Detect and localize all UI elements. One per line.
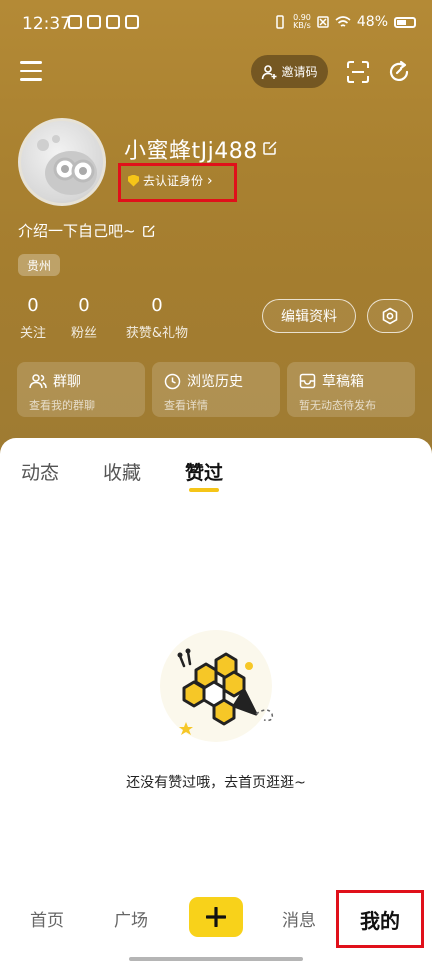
- stat-following[interactable]: 0 关注: [18, 295, 48, 341]
- username: 小蜜蜂tJj488: [124, 139, 258, 164]
- home-indicator[interactable]: [129, 957, 303, 961]
- nav-mine[interactable]: 我的: [360, 905, 400, 934]
- edit-profile-button[interactable]: 编辑资料: [262, 299, 356, 333]
- bee-avatar-icon: [37, 135, 97, 195]
- empty-state-message: 还没有赞过哦，去首页逛逛~: [126, 775, 306, 791]
- app-icon: [87, 15, 101, 29]
- tab-posts[interactable]: 动态: [21, 458, 59, 485]
- battery-percent: 48%: [356, 14, 388, 30]
- battery-icon: [394, 16, 416, 28]
- inbox-icon: [299, 373, 316, 389]
- chevron-right-icon: ›: [207, 172, 213, 189]
- stat-value: 0: [78, 295, 90, 316]
- edit-bio-icon: [142, 224, 155, 237]
- avatar[interactable]: [18, 118, 106, 206]
- group-chat-card[interactable]: 群聊 查看我的群聊: [17, 362, 145, 417]
- stat-value: 0: [151, 295, 163, 316]
- stat-fans[interactable]: 0 粉丝: [69, 295, 99, 341]
- browse-history-card[interactable]: 浏览历史 查看详情: [152, 362, 280, 417]
- status-notification-icons: [68, 15, 139, 29]
- drafts-card[interactable]: 草稿箱 暂无动态待发布: [287, 362, 415, 417]
- settings-hexagon-icon: [382, 307, 398, 325]
- verify-identity-link[interactable]: 去认证身份 ›: [128, 172, 213, 189]
- nav-messages[interactable]: 消息: [282, 906, 316, 931]
- app-icon: [125, 15, 139, 29]
- group-icon: [29, 374, 47, 389]
- refresh-icon[interactable]: [387, 60, 411, 84]
- nav-home[interactable]: 首页: [30, 906, 64, 931]
- plus-icon: [206, 907, 226, 927]
- menu-icon[interactable]: [20, 61, 42, 81]
- card-subtitle: 查看我的群聊: [29, 399, 95, 412]
- status-time: 12:37: [22, 14, 71, 34]
- empty-bee-illustration: [160, 630, 274, 742]
- card-title: 群聊: [53, 374, 81, 390]
- active-tab-indicator: [189, 488, 219, 492]
- nav-square[interactable]: 广场: [114, 906, 148, 931]
- create-post-button[interactable]: [189, 897, 243, 937]
- invite-code-label: 邀请码: [281, 65, 318, 79]
- add-user-icon: [262, 64, 277, 79]
- no-sim-icon: [317, 16, 329, 28]
- wifi-icon: [335, 15, 351, 27]
- card-title: 草稿箱: [322, 374, 364, 390]
- verify-identity-label: 去认证身份: [143, 174, 204, 188]
- stat-label: 关注: [19, 326, 46, 341]
- card-title: 浏览历史: [187, 374, 243, 390]
- stat-label: 粉丝: [70, 326, 97, 341]
- card-subtitle: 暂无动态待发布: [299, 399, 376, 412]
- status-right-group: 0.90 KB/s 48%: [273, 14, 416, 30]
- card-subtitle: 查看详情: [164, 399, 208, 412]
- tab-liked[interactable]: 赞过: [185, 458, 223, 485]
- vibrate-icon: [276, 15, 284, 29]
- clock-icon: [164, 373, 181, 389]
- stat-value: 0: [27, 295, 39, 316]
- invite-code-button[interactable]: 邀请码: [251, 55, 328, 88]
- app-icon: [68, 15, 82, 29]
- settings-button[interactable]: [367, 299, 413, 333]
- scan-icon[interactable]: [346, 60, 370, 84]
- tiktok-icon: [106, 15, 120, 29]
- tab-favorites[interactable]: 收藏: [103, 458, 141, 485]
- stat-likes-gifts[interactable]: 0 获赞&礼物: [120, 295, 194, 341]
- stat-label: 获赞&礼物: [125, 326, 189, 341]
- location-tag: 贵州: [18, 254, 60, 276]
- network-speed: 0.90 KB/s: [293, 13, 311, 30]
- bio[interactable]: 介绍一下自己吧~: [18, 220, 156, 241]
- shield-icon: [128, 174, 139, 187]
- edit-name-icon[interactable]: [262, 140, 278, 156]
- bio-text: 介绍一下自己吧~: [18, 222, 136, 240]
